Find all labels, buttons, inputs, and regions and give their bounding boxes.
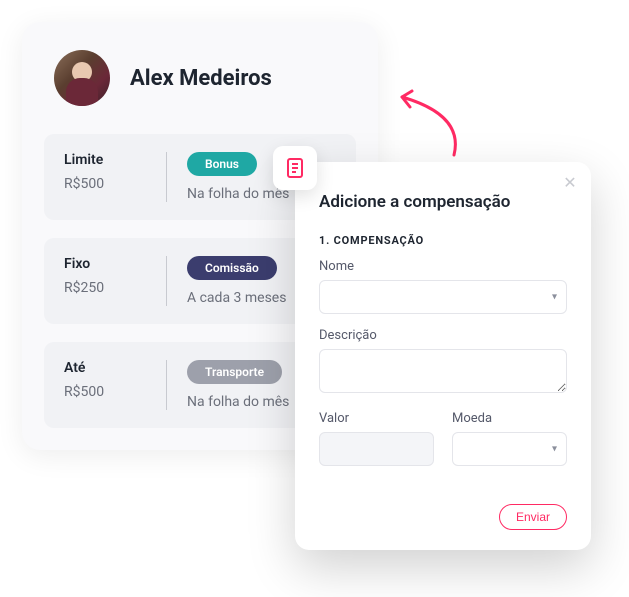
divider (166, 256, 167, 306)
name-select[interactable] (319, 280, 567, 314)
comp-left: Fixo R$250 (64, 256, 146, 306)
comp-value: R$250 (64, 280, 146, 296)
field-currency: Moeda (452, 411, 567, 466)
field-desc: Descrição (319, 328, 567, 397)
comp-sub: Na folha do mês (187, 394, 289, 410)
value-input[interactable] (319, 432, 434, 466)
comp-label: Fixo (64, 256, 146, 272)
compensation-modal: ✕ Adicione a compensação 1. COMPENSAÇÃO … (295, 162, 591, 550)
field-value: Valor (319, 411, 434, 466)
badge-bonus: Bonus (187, 152, 257, 176)
value-currency-row: Valor Moeda (319, 411, 567, 480)
badge-commission: Comissão (187, 256, 277, 280)
document-icon (273, 146, 317, 190)
comp-sub: A cada 3 meses (187, 290, 286, 306)
select-wrap (452, 432, 567, 466)
label-desc: Descrição (319, 328, 567, 343)
modal-title: Adicione a compensação (319, 192, 567, 212)
comp-right: Transporte Na folha do mês (187, 360, 289, 410)
send-button[interactable]: Enviar (499, 504, 567, 530)
profile-header: Alex Medeiros (44, 50, 356, 106)
comp-label: Limite (64, 152, 146, 168)
comp-value: R$500 (64, 384, 146, 400)
divider (166, 360, 167, 410)
label-name: Nome (319, 259, 567, 274)
close-icon[interactable]: ✕ (561, 174, 579, 192)
avatar (54, 50, 110, 106)
profile-name: Alex Medeiros (130, 66, 272, 91)
comp-left: Limite R$500 (64, 152, 146, 202)
comp-value: R$500 (64, 176, 146, 192)
select-wrap (319, 280, 567, 314)
desc-textarea[interactable] (319, 349, 567, 393)
step-label: 1. COMPENSAÇÃO (319, 234, 567, 247)
currency-select[interactable] (452, 432, 567, 466)
divider (166, 152, 167, 202)
arrow-annotation (390, 85, 470, 165)
comp-right: Comissão A cada 3 meses (187, 256, 286, 306)
modal-footer: Enviar (319, 504, 567, 530)
label-value: Valor (319, 411, 434, 426)
label-currency: Moeda (452, 411, 567, 426)
badge-transport: Transporte (187, 360, 282, 384)
comp-left: Até R$500 (64, 360, 146, 410)
comp-label: Até (64, 360, 146, 376)
field-name: Nome (319, 259, 567, 314)
comp-sub: Na folha do mês (187, 186, 289, 202)
